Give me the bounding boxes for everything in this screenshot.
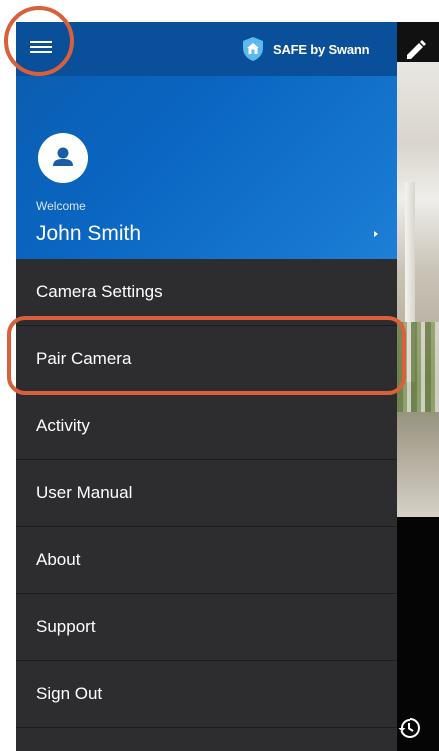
brand: SAFE by Swann bbox=[241, 36, 370, 62]
pair-camera-highlight-box bbox=[7, 316, 406, 395]
drawer-header: SAFE by Swann Welcome John Smith bbox=[16, 22, 397, 259]
camera-feed-image bbox=[397, 62, 439, 517]
user-name[interactable]: John Smith bbox=[36, 222, 141, 246]
menu-item-about[interactable]: About bbox=[16, 527, 397, 594]
chevron-right-icon[interactable] bbox=[371, 228, 381, 240]
welcome-label: Welcome bbox=[36, 199, 86, 213]
shield-home-logo-icon bbox=[243, 37, 263, 61]
menu-item-activity[interactable]: Activity bbox=[16, 393, 397, 460]
top-app-bar: SAFE by Swann bbox=[16, 22, 397, 76]
pencil-edit-icon[interactable] bbox=[404, 38, 428, 62]
avatar[interactable] bbox=[38, 133, 88, 183]
menu-item-user-manual[interactable]: User Manual bbox=[16, 460, 397, 527]
menu-icon-highlight-circle bbox=[4, 6, 74, 76]
history-clock-icon[interactable] bbox=[397, 716, 421, 740]
menu-item-sign-out[interactable]: Sign Out bbox=[16, 661, 397, 728]
user-silhouette-icon bbox=[53, 147, 73, 166]
brand-name: SAFE by Swann bbox=[273, 41, 370, 57]
menu-item-support[interactable]: Support bbox=[16, 594, 397, 661]
